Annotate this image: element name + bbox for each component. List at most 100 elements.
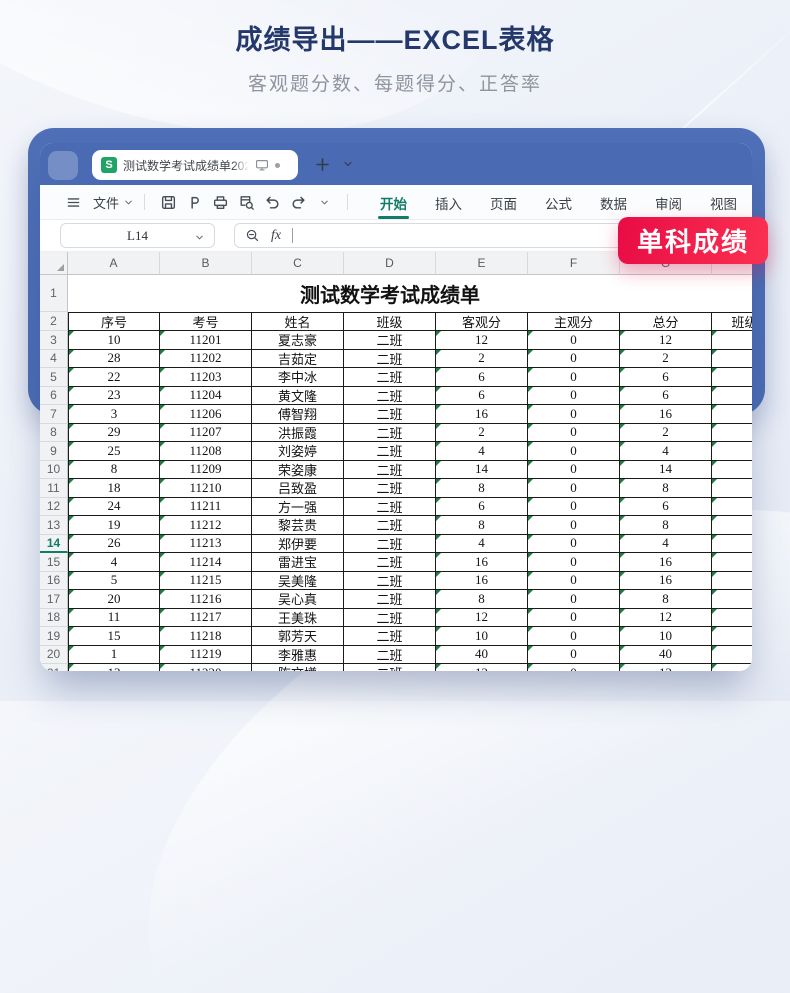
data-cell[interactable]: 10	[620, 627, 712, 646]
data-cell[interactable]: 二班	[344, 442, 436, 461]
data-cell[interactable]: 16	[620, 553, 712, 572]
data-cell[interactable]: 22	[68, 368, 160, 387]
data-cell[interactable]: 二班	[344, 627, 436, 646]
data-cell[interactable]: 11216	[160, 590, 252, 609]
row-number[interactable]: 18	[40, 609, 68, 628]
data-cell[interactable]: 2	[436, 424, 528, 443]
data-cell[interactable]: 8	[68, 461, 160, 480]
data-cell[interactable]: 11214	[160, 553, 252, 572]
row-number[interactable]: 10	[40, 461, 68, 480]
data-cell[interactable]: 0	[528, 627, 620, 646]
data-cell[interactable]: 12	[436, 609, 528, 628]
data-cell[interactable]	[712, 442, 752, 461]
data-cell[interactable]: 刘姿婷	[252, 442, 344, 461]
data-cell[interactable]: 李雅惠	[252, 646, 344, 665]
data-cell[interactable]: 11201	[160, 331, 252, 350]
data-cell[interactable]: 8	[620, 516, 712, 535]
new-tab-button[interactable]	[312, 154, 332, 174]
data-cell[interactable]: 0	[528, 498, 620, 517]
data-cell[interactable]: 4	[620, 535, 712, 554]
row-number[interactable]: 7	[40, 405, 68, 424]
data-cell[interactable]: 11215	[160, 572, 252, 591]
quick-access-chevron-icon[interactable]	[311, 189, 337, 215]
data-cell[interactable]	[712, 572, 752, 591]
column-letter-C[interactable]: C	[252, 252, 344, 275]
header-cell[interactable]: 总分	[620, 312, 712, 331]
data-cell[interactable]: 11204	[160, 387, 252, 406]
data-cell[interactable]: 10	[68, 331, 160, 350]
data-cell[interactable]: 二班	[344, 516, 436, 535]
data-cell[interactable]: 郭芳天	[252, 627, 344, 646]
data-cell[interactable]: 28	[68, 350, 160, 369]
data-cell[interactable]	[712, 590, 752, 609]
data-cell[interactable]: 4	[68, 553, 160, 572]
data-cell[interactable]: 二班	[344, 405, 436, 424]
data-cell[interactable]: 1	[68, 646, 160, 665]
data-cell[interactable]: 傅智翔	[252, 405, 344, 424]
row-number[interactable]: 19	[40, 627, 68, 646]
column-letter-F[interactable]: F	[528, 252, 620, 275]
row-number[interactable]: 6	[40, 387, 68, 406]
data-cell[interactable]: 0	[528, 350, 620, 369]
ribbon-tab[interactable]: 开始	[366, 185, 421, 219]
data-cell[interactable]: 吉茹定	[252, 350, 344, 369]
data-cell[interactable]: 40	[436, 646, 528, 665]
data-cell[interactable]: 吴心真	[252, 590, 344, 609]
data-cell[interactable]	[712, 331, 752, 350]
data-cell[interactable]: 8	[436, 479, 528, 498]
file-menu-chevron-icon[interactable]	[123, 197, 134, 208]
row-number[interactable]: 14	[40, 535, 68, 554]
row-number[interactable]: 13	[40, 516, 68, 535]
column-letter-A[interactable]: A	[68, 252, 160, 275]
header-cell[interactable]: 班级排名	[712, 312, 752, 331]
row-number[interactable]: 8	[40, 424, 68, 443]
row-number[interactable]: 17	[40, 590, 68, 609]
data-cell[interactable]: 12	[620, 609, 712, 628]
row-number[interactable]: 15	[40, 553, 68, 572]
data-cell[interactable]: 26	[68, 535, 160, 554]
data-cell[interactable]: 陈文墫	[252, 664, 344, 671]
data-cell[interactable]: 11220	[160, 664, 252, 671]
data-cell[interactable]: 18	[68, 479, 160, 498]
data-cell[interactable]: 11202	[160, 350, 252, 369]
data-cell[interactable]: 10	[436, 627, 528, 646]
data-cell[interactable]: 0	[528, 405, 620, 424]
data-cell[interactable]: 0	[528, 516, 620, 535]
data-cell[interactable]: 0	[528, 572, 620, 591]
data-cell[interactable]: 11219	[160, 646, 252, 665]
data-cell[interactable]: 11209	[160, 461, 252, 480]
ribbon-tab[interactable]: 页面	[476, 185, 531, 219]
row-number[interactable]: 4	[40, 350, 68, 369]
data-cell[interactable]: 11212	[160, 516, 252, 535]
hamburger-menu-icon[interactable]	[60, 189, 86, 215]
data-cell[interactable]: 4	[620, 442, 712, 461]
file-menu-label[interactable]: 文件	[93, 193, 119, 212]
data-cell[interactable]	[712, 535, 752, 554]
data-cell[interactable]	[712, 498, 752, 517]
data-cell[interactable]: 二班	[344, 368, 436, 387]
data-cell[interactable]: 0	[528, 387, 620, 406]
data-cell[interactable]: 11208	[160, 442, 252, 461]
data-cell[interactable]: 23	[68, 387, 160, 406]
redo-icon[interactable]	[285, 189, 311, 215]
data-cell[interactable]: 40	[620, 646, 712, 665]
zoom-magnifier-icon[interactable]	[245, 228, 260, 243]
data-cell[interactable]: 16	[620, 405, 712, 424]
data-cell[interactable]: 0	[528, 535, 620, 554]
column-letter-E[interactable]: E	[436, 252, 528, 275]
data-cell[interactable]: 王美珠	[252, 609, 344, 628]
save-icon[interactable]	[155, 189, 181, 215]
data-cell[interactable]	[712, 627, 752, 646]
data-cell[interactable]: 16	[620, 572, 712, 591]
data-cell[interactable]: 二班	[344, 646, 436, 665]
data-cell[interactable]: 8	[436, 590, 528, 609]
data-cell[interactable]: 14	[436, 461, 528, 480]
row-number[interactable]: 2	[40, 312, 68, 331]
data-cell[interactable]: 15	[68, 627, 160, 646]
row-number[interactable]: 3	[40, 331, 68, 350]
data-cell[interactable]: 11	[68, 609, 160, 628]
data-cell[interactable]: 郑伊要	[252, 535, 344, 554]
row-number[interactable]: 20	[40, 646, 68, 665]
ribbon-tab[interactable]: 数据	[586, 185, 641, 219]
data-cell[interactable]: 8	[620, 590, 712, 609]
